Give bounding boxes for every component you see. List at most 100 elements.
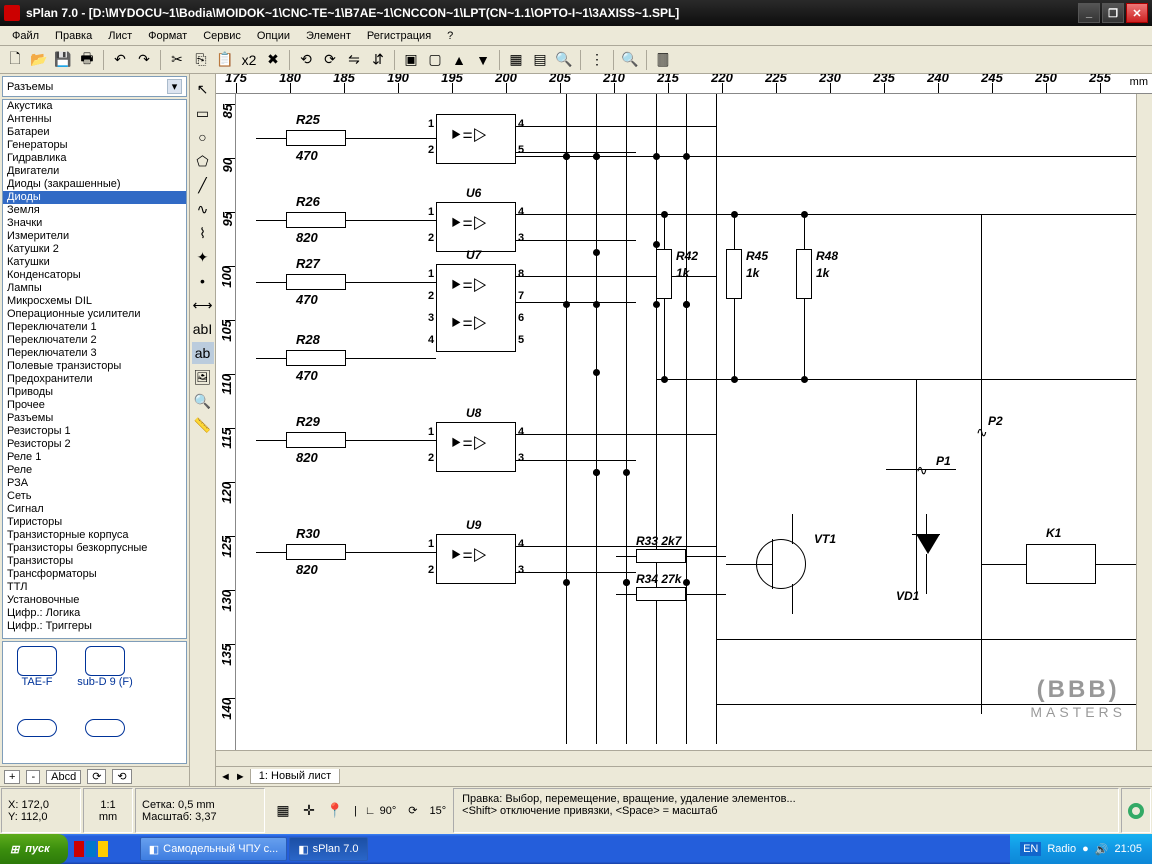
clock[interactable]: 21:05 — [1114, 843, 1142, 855]
undo-icon[interactable]: ↶ — [109, 49, 131, 71]
category-item[interactable]: Диоды — [3, 191, 186, 204]
menu-item[interactable]: Файл — [4, 28, 47, 44]
cut-icon[interactable]: ✂ — [166, 49, 188, 71]
open-icon[interactable]: 📂 — [28, 49, 50, 71]
find-icon[interactable]: 🔍 — [553, 49, 575, 71]
menu-item[interactable]: Лист — [100, 28, 140, 44]
zoom-icon[interactable]: 🔍 — [619, 49, 641, 71]
save-icon[interactable]: 💾 — [52, 49, 74, 71]
category-item[interactable]: Батареи — [3, 126, 186, 139]
footer-button[interactable]: ⟳ — [87, 769, 106, 784]
category-item[interactable]: Разъемы — [3, 412, 186, 425]
tray-icon[interactable]: ● — [1082, 843, 1089, 855]
maximize-button[interactable]: ❐ — [1102, 3, 1124, 23]
back-icon[interactable]: ▼ — [472, 49, 494, 71]
symbol-item[interactable] — [75, 719, 135, 760]
rect-tool[interactable]: ▭ — [192, 102, 214, 124]
redo-icon[interactable]: ↷ — [133, 49, 155, 71]
next-tab-icon[interactable]: ► — [235, 771, 246, 783]
minimize-button[interactable]: _ — [1078, 3, 1100, 23]
flip-v-icon[interactable]: ⇵ — [367, 49, 389, 71]
junction-tool[interactable]: • — [192, 270, 214, 292]
group-icon[interactable]: ▣ — [400, 49, 422, 71]
category-item[interactable]: Установочные — [3, 594, 186, 607]
delete-icon[interactable]: ✖ — [262, 49, 284, 71]
menu-item[interactable]: Опции — [249, 28, 298, 44]
footer-button[interactable]: - — [26, 770, 40, 784]
ungroup-icon[interactable]: ▢ — [424, 49, 446, 71]
category-item[interactable]: Катушки — [3, 256, 186, 269]
snap-grid-icon[interactable]: ▦ — [272, 800, 294, 822]
flip-h-icon[interactable]: ⇋ — [343, 49, 365, 71]
scrollbar-v[interactable] — [1136, 94, 1152, 750]
label-tool[interactable]: ab — [192, 342, 214, 364]
category-item[interactable]: Транзисторы безкорпусные — [3, 542, 186, 555]
list-icon[interactable]: ▤ — [529, 49, 551, 71]
grid-icon[interactable]: ▦ — [505, 49, 527, 71]
menu-item[interactable]: Формат — [140, 28, 195, 44]
category-item[interactable]: Сигнал — [3, 503, 186, 516]
scrollbar-h[interactable] — [236, 751, 1152, 766]
category-item[interactable]: Транзисторные корпуса — [3, 529, 186, 542]
footer-button[interactable]: + — [4, 770, 20, 784]
menu-item[interactable]: Элемент — [298, 28, 359, 44]
category-item[interactable]: Операционные усилители — [3, 308, 186, 321]
dimension-tool[interactable]: ⟷ — [192, 294, 214, 316]
start-button[interactable]: ⊞пуск — [0, 834, 68, 864]
quick-launch-icon[interactable] — [74, 841, 84, 857]
lang-indicator[interactable]: EN — [1020, 842, 1041, 856]
line-tool[interactable]: ╱ — [192, 174, 214, 196]
category-item[interactable]: Измерители — [3, 230, 186, 243]
chevron-down-icon[interactable]: ▾ — [167, 79, 182, 94]
system-tray[interactable]: EN Radio ● 🔊 21:05 — [1010, 834, 1152, 864]
task-button[interactable]: ◧sPlan 7.0 — [289, 837, 367, 861]
task-button[interactable]: ◧Самодельный ЧПУ с... — [140, 837, 287, 861]
category-item[interactable]: Полевые транзисторы — [3, 360, 186, 373]
options-icon[interactable]: ⋮ — [586, 49, 608, 71]
sheet-tab[interactable]: 1: Новый лист — [250, 769, 340, 784]
quick-launch-icon[interactable] — [86, 841, 96, 857]
category-item[interactable]: Акустика — [3, 100, 186, 113]
menu-item[interactable]: ? — [439, 28, 461, 44]
image-tool[interactable]: 🖼 — [192, 366, 214, 388]
category-item[interactable]: РЗА — [3, 477, 186, 490]
library-combo[interactable]: Разъемы ▾ — [2, 76, 187, 97]
symbol-item[interactable]: sub-D 9 (F) — [75, 646, 135, 711]
category-list[interactable]: АкустикаАнтенныБатареиГенераторыГидравли… — [2, 99, 187, 639]
menu-item[interactable]: Правка — [47, 28, 100, 44]
symbol-item[interactable]: TAE-F — [7, 646, 67, 711]
measure-tool[interactable]: 📏 — [192, 414, 214, 436]
category-item[interactable]: Резисторы 2 — [3, 438, 186, 451]
category-item[interactable]: Резисторы 1 — [3, 425, 186, 438]
curve-tool[interactable]: ∿ — [192, 198, 214, 220]
rotate-right-icon[interactable]: ⟳ — [319, 49, 341, 71]
category-item[interactable]: Лампы — [3, 282, 186, 295]
paste-icon[interactable]: 📋 — [214, 49, 236, 71]
chip-icon[interactable]: 🀫 — [652, 49, 674, 71]
quick-launch-icon[interactable] — [98, 841, 108, 857]
menu-item[interactable]: Регистрация — [359, 28, 439, 44]
footer-button[interactable]: Abcd — [46, 770, 81, 784]
close-button[interactable]: ✕ — [1126, 3, 1148, 23]
category-item[interactable]: Реле — [3, 464, 186, 477]
snap-point-icon[interactable]: 📍 — [324, 800, 346, 822]
category-item[interactable]: Диоды (закрашенные) — [3, 178, 186, 191]
menu-item[interactable]: Сервис — [195, 28, 249, 44]
copy-icon[interactable]: ⎘ — [190, 49, 212, 71]
volume-icon[interactable]: 🔊 — [1095, 843, 1109, 856]
poly-tool[interactable]: ⬠ — [192, 150, 214, 172]
category-item[interactable]: Тиристоры — [3, 516, 186, 529]
category-item[interactable]: Микросхемы DIL — [3, 295, 186, 308]
circle-tool[interactable]: ○ — [192, 126, 214, 148]
category-item[interactable]: Конденсаторы — [3, 269, 186, 282]
print-icon[interactable]: 🖶 — [76, 49, 98, 71]
category-item[interactable]: Трансформаторы — [3, 568, 186, 581]
category-item[interactable]: Цифр.: Логика — [3, 607, 186, 620]
zoom-tool[interactable]: 🔍 — [192, 390, 214, 412]
bezier-tool[interactable]: ⌇ — [192, 222, 214, 244]
category-item[interactable]: Предохранители — [3, 373, 186, 386]
category-item[interactable]: Антенны — [3, 113, 186, 126]
category-item[interactable]: Транзисторы — [3, 555, 186, 568]
category-item[interactable]: Переключатели 1 — [3, 321, 186, 334]
category-item[interactable]: Переключатели 3 — [3, 347, 186, 360]
